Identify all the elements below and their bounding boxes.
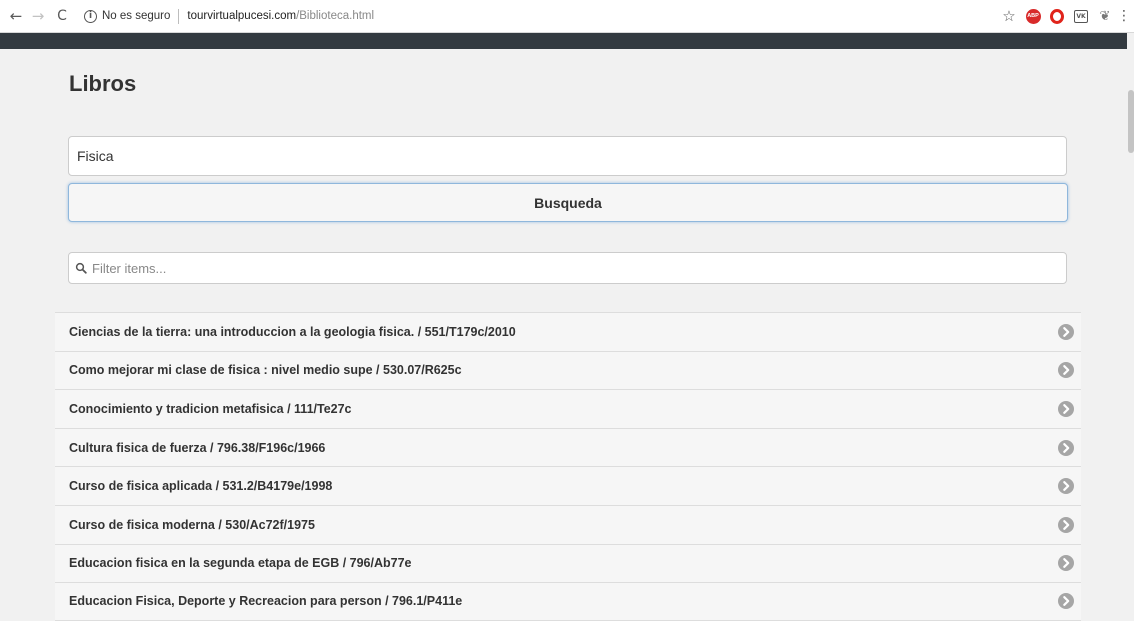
filter-placeholder: Filter items...	[92, 260, 167, 276]
vk-extension[interactable]: VK	[1072, 7, 1090, 25]
extensions-area: ☆ ABP VK ❦ ⋮	[994, 5, 1134, 27]
vk-icon: VK	[1074, 9, 1088, 23]
list-item[interactable]: Ciencias de la tierra: una introduccion …	[55, 312, 1081, 351]
reload-icon[interactable]: C	[52, 6, 72, 26]
security-label[interactable]: No es seguro	[102, 10, 170, 22]
chevron-right-icon	[1058, 516, 1074, 533]
chevron-right-icon	[1058, 400, 1074, 417]
chevron-right-icon	[1058, 478, 1074, 495]
address-bar[interactable]: i No es seguro tourvirtualpucesi.com/Bib…	[78, 4, 1053, 28]
search-icon	[75, 262, 87, 274]
adblock-icon: ABP	[1025, 8, 1041, 24]
adblock-extension[interactable]: ABP	[1024, 7, 1042, 25]
list-item[interactable]: Conocimiento y tradicion metafisica / 11…	[55, 389, 1081, 428]
address-divider	[178, 8, 180, 24]
list-item-label: Curso de fisica moderna / 530/Ac72f/1975	[69, 517, 315, 532]
back-arrow-icon[interactable]: ←	[6, 6, 26, 26]
browser-toolbar: ← → C i No es seguro tourvirtualpucesi.c…	[0, 0, 1134, 33]
opera-icon	[1050, 8, 1064, 24]
list-item[interactable]: Cultura fisica de fuerza / 796.38/F196c/…	[55, 427, 1081, 467]
browser-menu-icon[interactable]: ⋮	[1117, 7, 1131, 25]
feather-icon[interactable]: ❦	[1096, 7, 1114, 25]
list-item-label: Educacion Fisica, Deporte y Recreacion p…	[69, 594, 463, 609]
filter-input[interactable]: Filter items...	[68, 252, 1067, 284]
chevron-right-icon	[1058, 439, 1074, 456]
list-item[interactable]: Curso de fisica moderna / 530/Ac72f/1975	[55, 504, 1081, 544]
search-input[interactable]: Fisica	[68, 136, 1067, 176]
url-path[interactable]: /Biblioteca.html	[296, 10, 374, 22]
page-header-bar	[0, 33, 1127, 49]
page-scrollbar[interactable]	[1127, 33, 1134, 619]
url-host[interactable]: tourvirtualpucesi.com	[187, 10, 296, 22]
opera-extension[interactable]	[1048, 7, 1066, 25]
bookmark-star-icon[interactable]: ☆	[1000, 7, 1018, 25]
list-item-label: Como mejorar mi clase de fisica : nivel …	[69, 363, 462, 378]
forward-arrow-icon[interactable]: →	[28, 6, 48, 26]
list-item[interactable]: Curso de fisica aplicada / 531.2/B4179e/…	[55, 466, 1081, 505]
results-list: Ciencias de la tierra: una introduccion …	[55, 312, 1081, 621]
list-item[interactable]: Educacion Fisica, Deporte y Recreacion p…	[55, 582, 1081, 621]
chevron-right-icon	[1058, 362, 1074, 379]
info-icon[interactable]: i	[84, 9, 97, 23]
list-item-label: Ciencias de la tierra: una introduccion …	[69, 324, 516, 339]
scrollbar-thumb[interactable]	[1128, 90, 1134, 153]
list-item-label: Conocimiento y tradicion metafisica / 11…	[69, 401, 352, 416]
search-button[interactable]: Busqueda	[68, 183, 1068, 222]
list-item[interactable]: Educacion fisica en la segunda etapa de …	[55, 543, 1081, 583]
chevron-right-icon	[1058, 555, 1074, 572]
chevron-right-icon	[1058, 593, 1074, 610]
list-item[interactable]: Como mejorar mi clase de fisica : nivel …	[55, 350, 1081, 390]
chevron-right-icon	[1058, 323, 1074, 340]
list-item-label: Cultura fisica de fuerza / 796.38/F196c/…	[69, 440, 326, 455]
list-item-label: Curso de fisica aplicada / 531.2/B4179e/…	[69, 479, 333, 494]
list-item-label: Educacion fisica en la segunda etapa de …	[69, 556, 412, 571]
page-title: Libros	[69, 71, 137, 96]
